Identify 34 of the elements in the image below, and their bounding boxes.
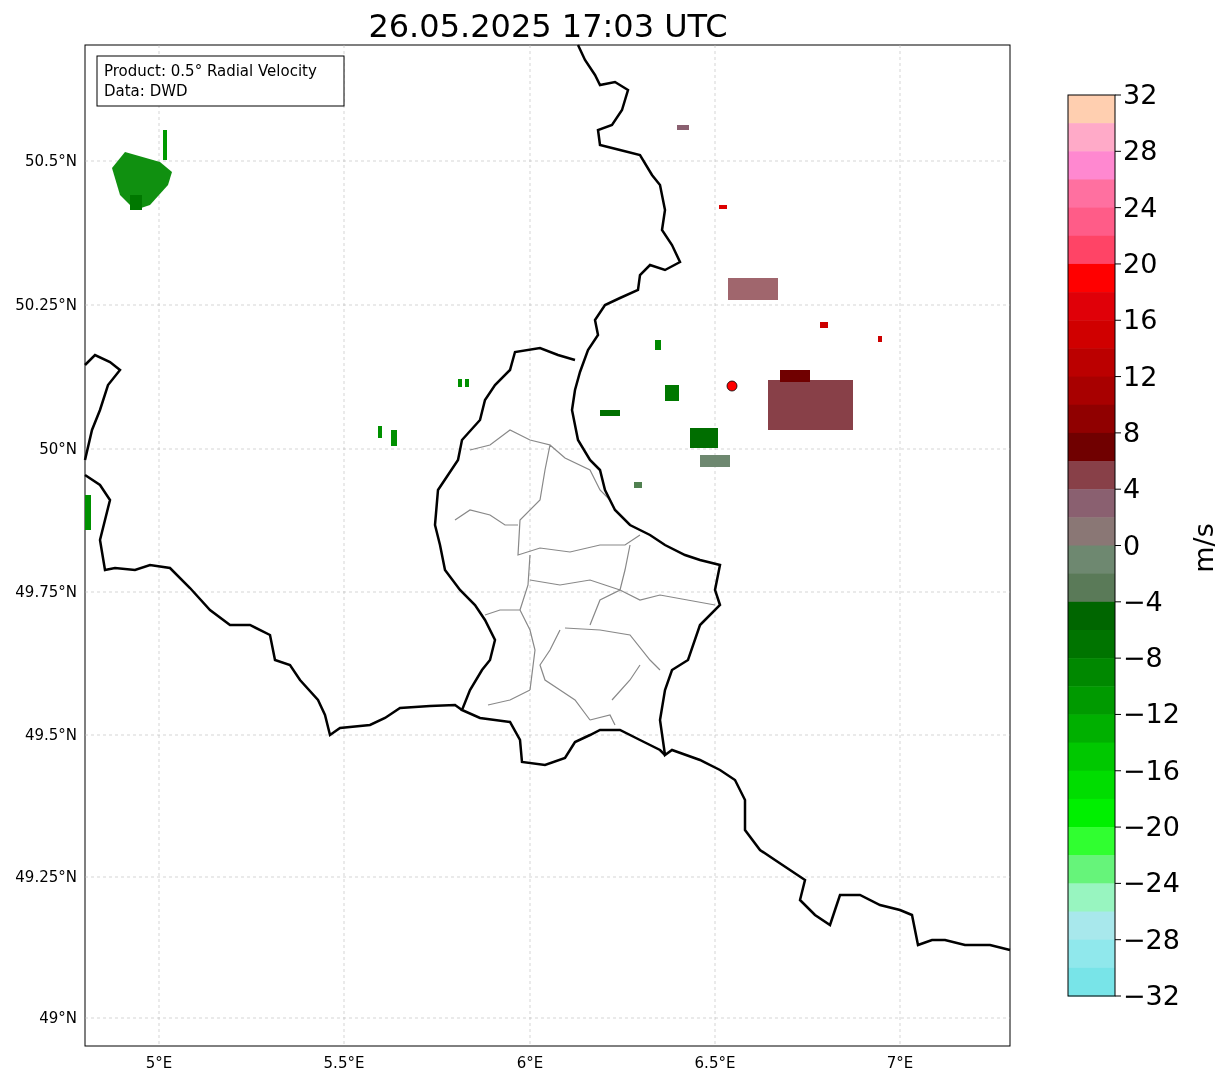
axis-tick-label: 5°E bbox=[145, 1054, 173, 1072]
axis-tick-label: 7°E bbox=[886, 1054, 914, 1072]
axis-tick-label: 49.25°N bbox=[15, 868, 77, 886]
colorbar-tick-label: −16 bbox=[1123, 754, 1180, 786]
colorbar-tick-label: 4 bbox=[1123, 473, 1141, 505]
axis-tick-label: 6.5°E bbox=[694, 1054, 736, 1072]
colorbar-tick-label: 24 bbox=[1123, 191, 1158, 223]
axis-tick-label: 49.5°N bbox=[24, 726, 77, 744]
colorbar-tick-label: −12 bbox=[1123, 698, 1180, 730]
colorbar-tick-label: 12 bbox=[1123, 360, 1158, 392]
axis-tick-label: 49°N bbox=[39, 1009, 77, 1027]
colorbar-unit-label: m/s bbox=[1188, 523, 1219, 573]
axis-tick-label: 50°N bbox=[39, 440, 77, 458]
axis-tick-label: 50.25°N bbox=[15, 296, 77, 314]
axis-tick-label: 6°E bbox=[516, 1054, 544, 1072]
axis-tick-label: 49.75°N bbox=[15, 583, 77, 601]
colorbar-tick-label: 0 bbox=[1123, 529, 1141, 561]
colorbar-tick-label: −28 bbox=[1123, 923, 1180, 955]
colorbar-tick-label: 32 bbox=[1123, 79, 1158, 110]
info-text: Data: DWD bbox=[104, 82, 188, 100]
colorbar-tick-label: 16 bbox=[1123, 304, 1158, 336]
colorbar-tick-label: −24 bbox=[1123, 867, 1180, 899]
colorbar-tick-label: 28 bbox=[1123, 135, 1158, 167]
axis-tick-label: 50.5°N bbox=[24, 152, 77, 170]
colorbar-tick-label: −8 bbox=[1123, 642, 1163, 674]
colorbar-tick-label: 20 bbox=[1123, 247, 1158, 279]
colorbar-tick-label: −20 bbox=[1123, 811, 1180, 843]
colorbar-tick-label: −32 bbox=[1123, 980, 1180, 1011]
colorbar-tick-label: 8 bbox=[1123, 416, 1141, 448]
radar-site-marker bbox=[726, 380, 738, 392]
colorbar-tick-label: −4 bbox=[1123, 585, 1163, 617]
chart-title: 26.05.2025 17:03 UTC bbox=[368, 7, 728, 45]
info-text: Product: 0.5° Radial Velocity bbox=[104, 62, 317, 80]
axis-tick-label: 5.5°E bbox=[323, 1054, 365, 1072]
